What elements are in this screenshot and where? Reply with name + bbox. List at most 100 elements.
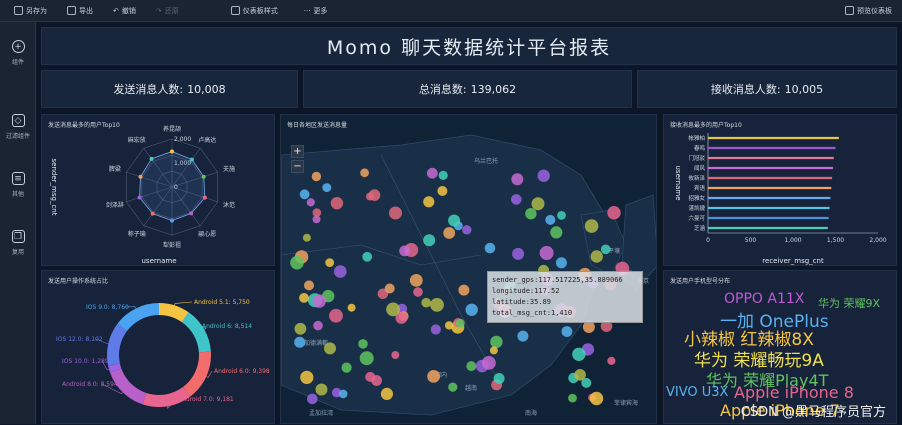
map-bubble[interactable] [550,226,563,239]
map-bubble[interactable] [302,233,311,242]
map-bubble[interactable] [437,186,448,196]
map-bubble[interactable] [427,370,440,383]
map-bubble[interactable] [371,375,382,386]
map-bubble[interactable] [334,265,347,278]
radar-point[interactable] [138,174,143,179]
radar-point[interactable] [202,195,207,200]
map-bubble[interactable] [312,294,326,308]
preview-dashboard-button[interactable]: 预览仪表板 [845,6,892,16]
map-bubble[interactable] [329,308,343,323]
wordcloud-word[interactable]: VIVO U3X [666,385,728,400]
map-bubble[interactable] [306,198,315,207]
map-bubble[interactable] [466,361,477,372]
map-bubble[interactable] [555,257,567,269]
dashboard-style-button[interactable]: 仪表板样式 [230,6,278,16]
map-bubble[interactable] [325,258,335,267]
map-bubble[interactable] [539,246,554,260]
map-bubble[interactable] [391,351,400,359]
map-bubble[interactable] [313,320,323,331]
map-bubble[interactable] [312,208,322,217]
map-bubble[interactable] [517,330,529,342]
map-bubble[interactable] [574,369,586,381]
radar-point[interactable] [170,149,174,154]
map-bubble[interactable] [307,393,318,405]
donut-slice[interactable] [117,303,160,332]
donut-slice[interactable] [107,323,128,366]
map-bubble[interactable] [465,303,478,316]
map-bubble[interactable] [462,225,472,235]
map-bubble[interactable] [324,342,336,355]
map-bubble[interactable] [359,351,374,366]
radar-point[interactable] [149,156,154,161]
map-bubble[interactable] [490,335,503,349]
map-bubble[interactable] [399,245,410,257]
map-bubble[interactable] [409,274,423,287]
map-bubble[interactable] [448,382,458,392]
redo-button[interactable]: ↷ 还原 [156,6,179,16]
radar-point[interactable] [189,157,194,162]
map-bubble[interactable] [443,227,456,239]
radar-point[interactable] [170,218,174,223]
map-bubble[interactable] [525,208,537,220]
radar-point[interactable] [150,211,155,216]
map-bubble[interactable] [607,206,621,220]
map-bubble[interactable] [458,284,470,296]
sidebar-item-other[interactable]: ≡ 其他 [0,172,36,198]
map-bubble[interactable] [537,169,550,182]
map-bubble[interactable] [322,183,332,193]
map-bubble[interactable] [358,339,368,349]
export-button[interactable]: 导出 [67,6,93,16]
map-bubble[interactable] [545,214,556,225]
map-bubble[interactable] [589,391,604,406]
map-bubble[interactable] [423,234,436,247]
map-bubble[interactable] [430,324,441,335]
map-bubble[interactable] [290,255,304,270]
map-bubble[interactable] [338,389,348,399]
map-bubble[interactable] [389,206,402,220]
map-bubble[interactable] [512,247,525,260]
map-bubble[interactable] [299,189,310,200]
map-bubble[interactable] [607,356,616,365]
map-bubble[interactable] [448,214,461,227]
map-bubble[interactable] [413,287,423,297]
save-as-button[interactable]: 另存为 [14,6,47,16]
map-zoom-out-button[interactable]: − [291,160,304,173]
map-bubble[interactable] [444,321,454,330]
map-bubble[interactable] [511,173,524,186]
map-bubble[interactable] [300,370,314,384]
map-bubble[interactable] [380,387,393,400]
map-bubble[interactable] [600,244,611,255]
map-bubble[interactable] [423,196,435,208]
map-bubble[interactable] [347,303,356,312]
sidebar-item-components[interactable]: + 组件 [0,40,36,66]
map-bubble[interactable] [315,383,328,396]
sidebar-item-filter[interactable]: ◇ 过滤组件 [0,114,36,140]
map-bubble[interactable] [362,251,373,262]
map-bubble[interactable] [561,326,573,337]
map-bubble[interactable] [572,347,586,361]
donut-slice[interactable] [158,303,189,323]
map-bubble[interactable] [294,336,306,348]
map-bubble[interactable] [557,211,566,220]
map-bubble[interactable] [484,242,496,254]
map-bubble[interactable] [386,302,400,317]
radar-point[interactable] [189,211,194,216]
donut-slice[interactable] [108,363,122,373]
map-zoom-in-button[interactable]: + [291,145,304,158]
map-bubble[interactable] [455,318,465,328]
map-bubble[interactable] [360,168,369,178]
radar-point[interactable] [201,174,206,179]
map-bubble[interactable] [421,297,431,308]
donut-slice[interactable] [110,368,147,405]
wordcloud-word[interactable]: Apple iPhone 8 [734,383,854,402]
map-bubble[interactable] [531,197,545,211]
map-bubble[interactable] [590,250,603,263]
donut-slice[interactable] [182,351,211,397]
more-button[interactable]: ··· 更多 [304,6,328,16]
undo-button[interactable]: ↶ 撤销 [113,6,136,16]
map-bubble[interactable] [299,293,309,303]
map-bubble[interactable] [489,346,498,355]
map-bubble[interactable] [294,322,307,335]
map-bubble[interactable] [384,283,395,294]
map-bubble[interactable] [311,171,322,182]
